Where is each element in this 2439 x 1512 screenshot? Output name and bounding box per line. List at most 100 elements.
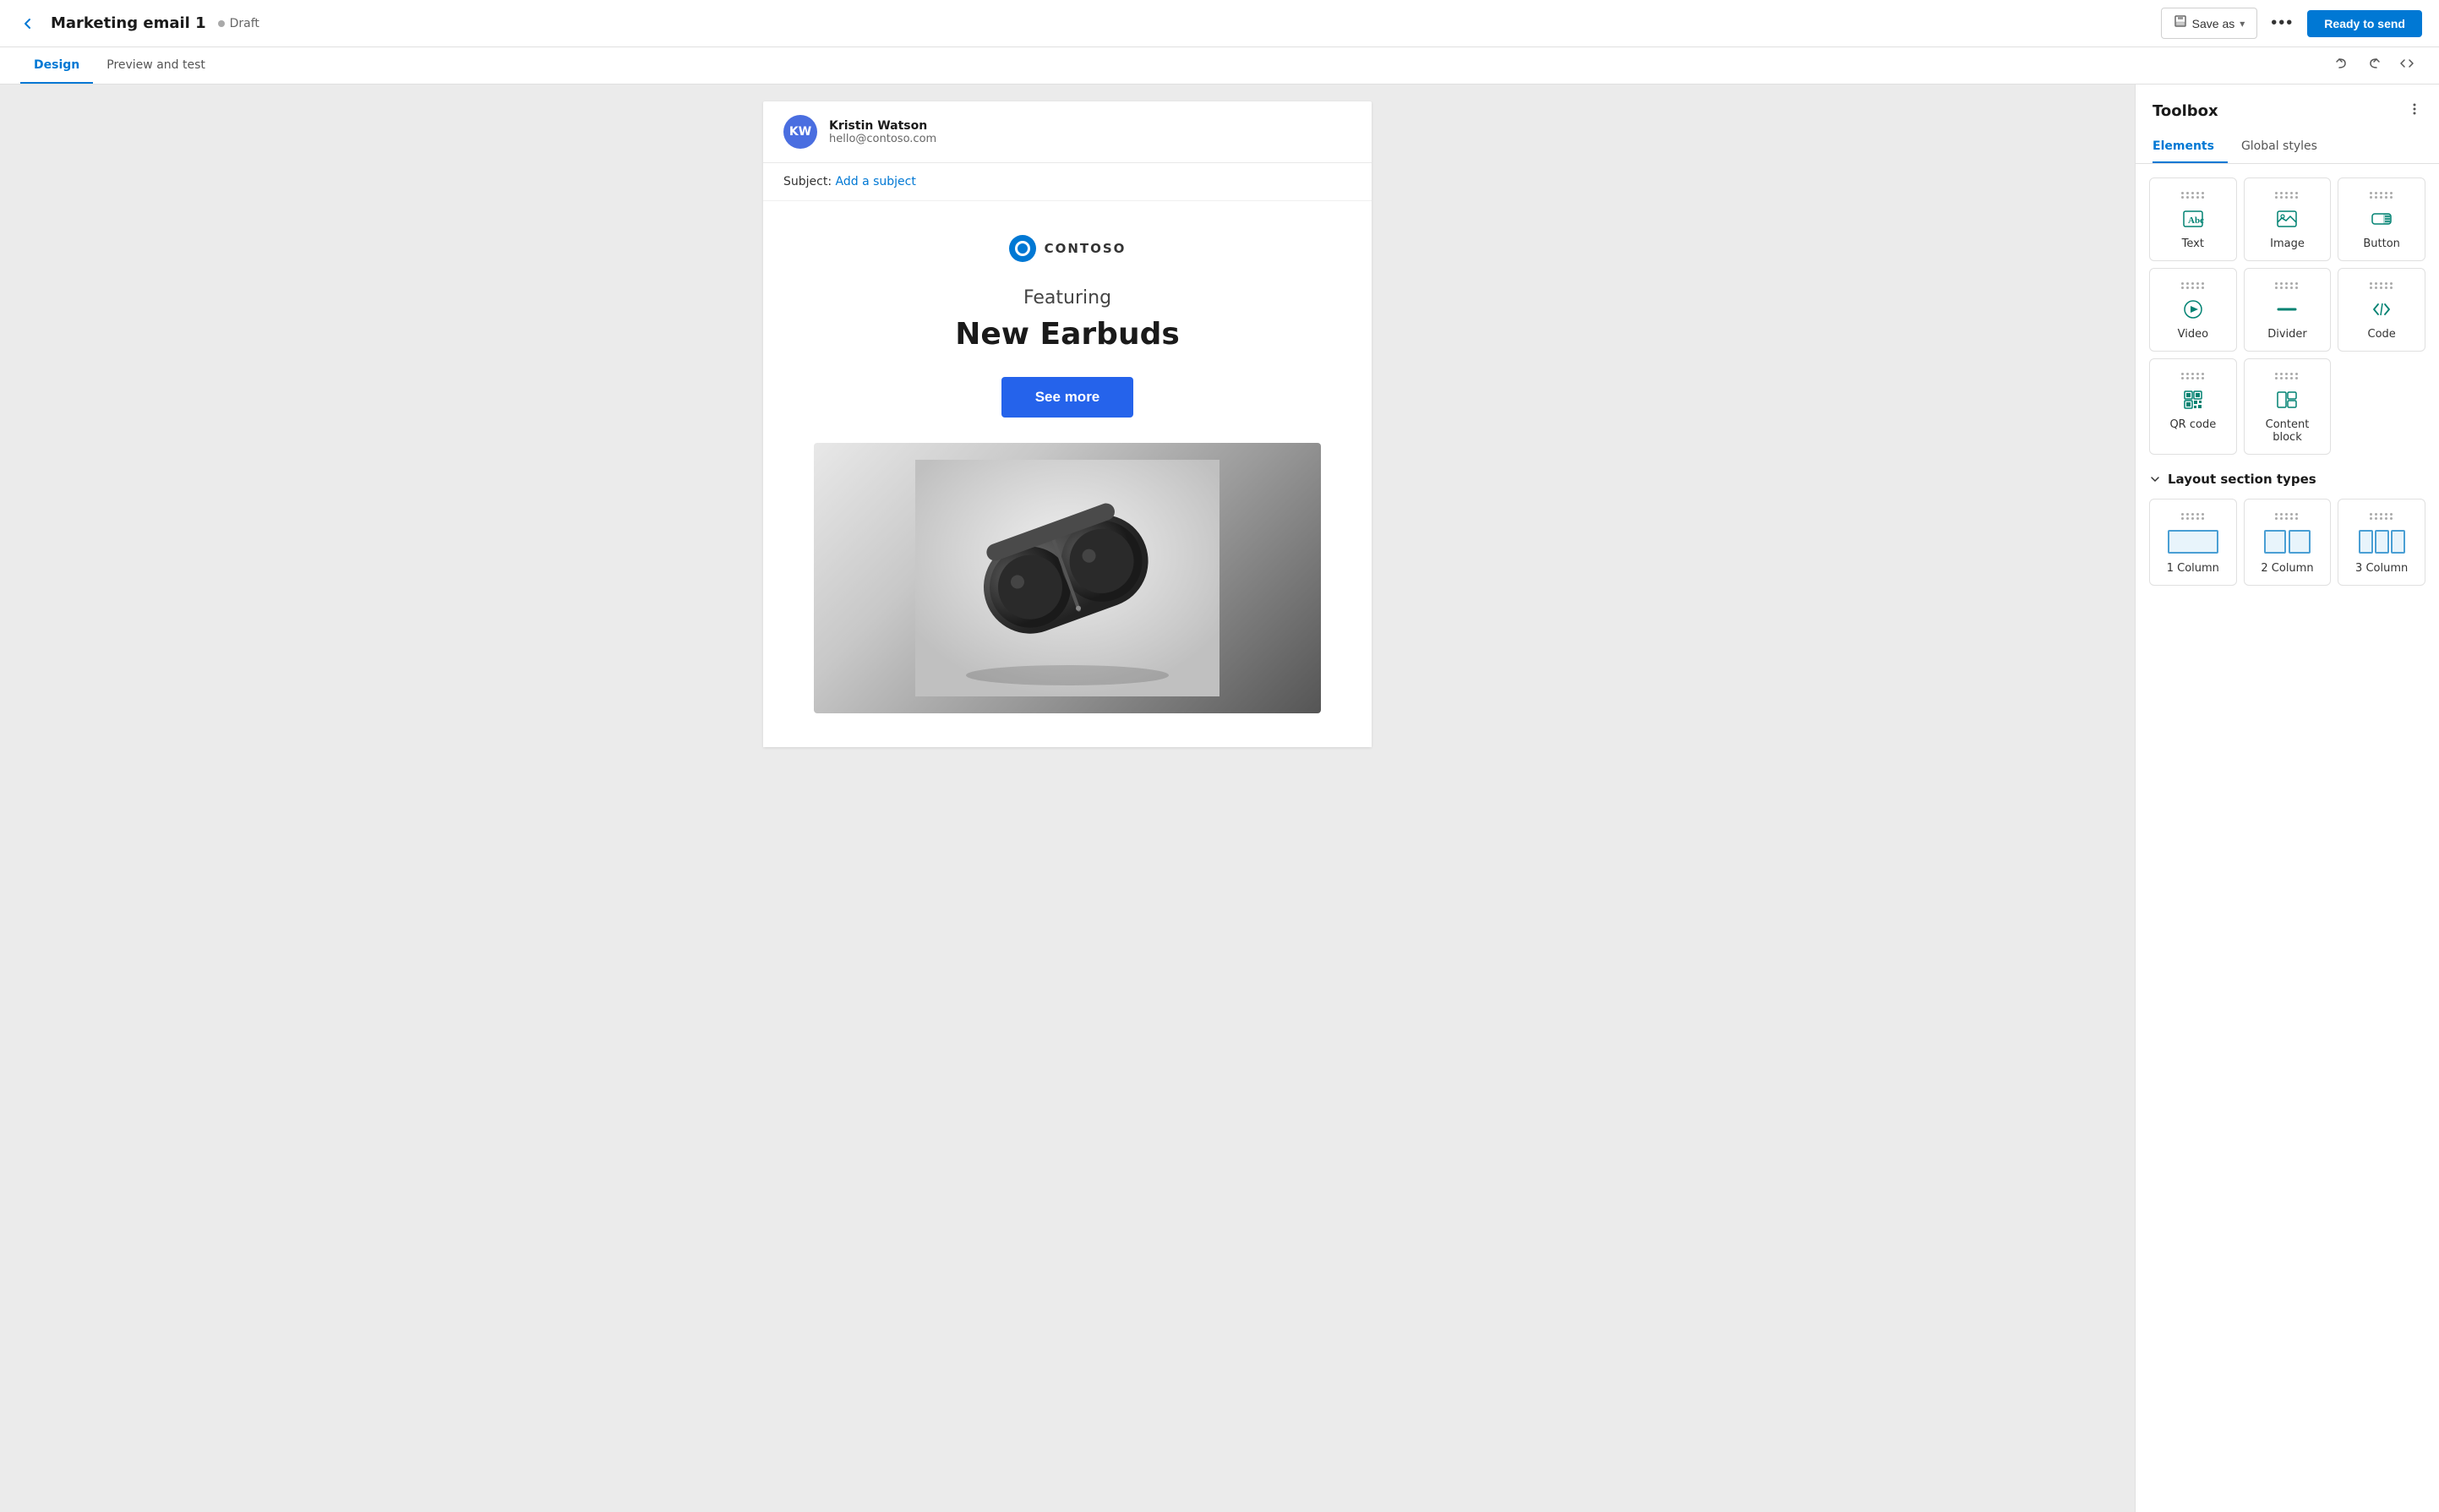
drag-handle-video <box>2157 282 2229 289</box>
sender-name: Kristin Watson <box>829 119 936 133</box>
product-title: New Earbuds <box>814 317 1321 352</box>
main-content: KW Kristin Watson hello@contoso.com Subj… <box>0 85 2439 1512</box>
toolbox-content: Abc Text <box>2136 164 2439 599</box>
more-icon: ••• <box>2271 14 2294 32</box>
page-title: Marketing email 1 <box>51 14 206 32</box>
button-element-label: Button <box>2345 237 2418 250</box>
toolbox-more-icon <box>2407 101 2422 117</box>
image-element-icon <box>2251 205 2324 232</box>
email-subject: Subject: Add a subject <box>763 163 1372 201</box>
layout-1-col-label: 1 Column <box>2157 562 2229 575</box>
ready-to-send-button[interactable]: Ready to send <box>2307 10 2422 37</box>
code-view-icon <box>2398 56 2415 71</box>
drag-handle-code <box>2345 282 2418 289</box>
email-content: CONTOSO Featuring New Earbuds See more <box>763 201 1372 747</box>
element-text[interactable]: Abc Text <box>2149 177 2237 261</box>
collapse-icon <box>2149 473 2161 485</box>
layout-3-column[interactable]: 3 Column <box>2338 499 2425 586</box>
layout-section-header[interactable]: Layout section types <box>2149 472 2425 487</box>
layout-3-col-icon <box>2345 527 2418 557</box>
draft-label: Draft <box>230 17 259 30</box>
divider-element-label: Divider <box>2251 328 2324 341</box>
element-image[interactable]: Image <box>2244 177 2332 261</box>
toolbox-more-button[interactable] <box>2407 101 2422 121</box>
header-right: Save as ▾ ••• Ready to send <box>2161 8 2422 39</box>
contoso-icon <box>1009 235 1036 262</box>
tab-bar: Design Preview and test <box>0 47 2439 85</box>
tab-design[interactable]: Design <box>20 48 93 84</box>
video-element-icon <box>2157 296 2229 323</box>
code-view-button[interactable] <box>2395 52 2419 79</box>
elements-grid: Abc Text <box>2149 177 2425 455</box>
code-element-label: Code <box>2345 328 2418 341</box>
qr-code-element-label: QR code <box>2157 418 2229 431</box>
element-video[interactable]: Video <box>2149 268 2237 352</box>
app-header: Marketing email 1 Draft Save as ▾ ••• Re… <box>0 0 2439 47</box>
toolbox-title: Toolbox <box>2153 102 2218 120</box>
element-content-block[interactable]: Content block <box>2244 358 2332 455</box>
redo-button[interactable] <box>2363 52 2385 79</box>
contoso-text: CONTOSO <box>1045 241 1127 256</box>
text-element-icon: Abc <box>2157 205 2229 232</box>
featuring-text: Featuring <box>814 287 1321 308</box>
video-element-label: Video <box>2157 328 2229 341</box>
element-button[interactable]: Button <box>2338 177 2425 261</box>
drag-handle-2col <box>2251 513 2324 520</box>
tabs: Design Preview and test <box>20 48 219 83</box>
button-element-icon <box>2345 205 2418 232</box>
product-image <box>814 443 1321 713</box>
sender-email: hello@contoso.com <box>829 133 936 145</box>
tab-actions <box>2331 52 2419 79</box>
qr-code-element-icon <box>2157 386 2229 413</box>
layout-1-col-icon <box>2157 527 2229 557</box>
tab-preview[interactable]: Preview and test <box>93 48 219 84</box>
back-button[interactable] <box>17 13 39 35</box>
content-block-element-icon <box>2251 386 2324 413</box>
ready-label: Ready to send <box>2324 17 2405 30</box>
draft-badge: Draft <box>218 17 259 30</box>
save-as-label: Save as <box>2192 17 2235 30</box>
text-element-label: Text <box>2157 237 2229 250</box>
tab-elements[interactable]: Elements <box>2153 131 2228 163</box>
drag-handle-content-block <box>2251 373 2324 379</box>
element-code[interactable]: Code <box>2338 268 2425 352</box>
divider-element-icon <box>2251 296 2324 323</box>
content-block-element-label: Content block <box>2251 418 2324 444</box>
redo-icon <box>2366 56 2382 71</box>
toolbox-header: Toolbox <box>2136 85 2439 121</box>
layout-3-col-label: 3 Column <box>2345 562 2418 575</box>
toolbox-tabs: Elements Global styles <box>2136 131 2439 164</box>
drag-handle-text <box>2157 192 2229 199</box>
drag-handle-divider <box>2251 282 2324 289</box>
drag-handle-qr <box>2157 373 2229 379</box>
undo-button[interactable] <box>2331 52 2353 79</box>
element-divider[interactable]: Divider <box>2244 268 2332 352</box>
undo-icon <box>2334 56 2349 71</box>
layout-grid: 1 Column 2 Column <box>2149 499 2425 586</box>
chevron-down-icon: ▾ <box>2240 18 2245 30</box>
more-options-button[interactable]: ••• <box>2264 10 2300 36</box>
save-as-button[interactable]: Save as ▾ <box>2161 8 2258 39</box>
contoso-inner-ring <box>1015 241 1030 256</box>
canvas-area: KW Kristin Watson hello@contoso.com Subj… <box>0 85 2135 1512</box>
draft-dot <box>218 20 225 27</box>
email-body: CONTOSO Featuring New Earbuds See more <box>763 201 1372 747</box>
see-more-button[interactable]: See more <box>1001 377 1134 418</box>
layout-2-col-label: 2 Column <box>2251 562 2324 575</box>
drag-handle-3col <box>2345 513 2418 520</box>
subject-prefix: Subject: <box>783 175 832 188</box>
code-element-icon <box>2345 296 2418 323</box>
earbuds-illustration <box>915 460 1220 696</box>
layout-2-column[interactable]: 2 Column <box>2244 499 2332 586</box>
add-subject-link[interactable]: Add a subject <box>836 175 916 188</box>
email-sender-info: KW Kristin Watson hello@contoso.com <box>763 101 1372 163</box>
tab-global-styles[interactable]: Global styles <box>2241 131 2331 163</box>
layout-2-col-icon <box>2251 527 2324 557</box>
drag-handle-1col <box>2157 513 2229 520</box>
element-qr-code[interactable]: QR code <box>2149 358 2237 455</box>
svg-text:Abc: Abc <box>2188 216 2204 226</box>
drag-handle-button <box>2345 192 2418 199</box>
layout-1-column[interactable]: 1 Column <box>2149 499 2237 586</box>
image-element-label: Image <box>2251 237 2324 250</box>
save-icon <box>2174 14 2187 32</box>
